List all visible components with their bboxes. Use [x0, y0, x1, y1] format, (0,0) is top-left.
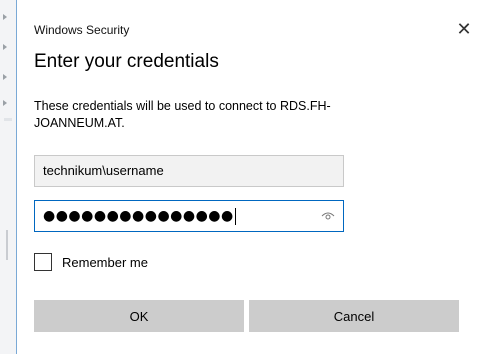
text-cursor	[234, 207, 236, 225]
chevron-right-icon	[3, 74, 7, 80]
chevron-right-icon	[3, 100, 7, 106]
remember-me-label[interactable]: Remember me	[62, 255, 148, 270]
password-field[interactable]: ●●●●●●●●●●●●●●●	[35, 201, 305, 231]
chevron-right-icon	[3, 44, 7, 50]
eye-icon	[321, 212, 335, 220]
close-button[interactable]: ✕	[451, 16, 477, 42]
background-divider	[6, 230, 8, 260]
dialog-app-title: Windows Security	[34, 23, 130, 37]
ok-button[interactable]: OK	[34, 300, 244, 332]
background-divider	[4, 118, 12, 121]
reveal-password-button[interactable]	[319, 208, 337, 224]
username-field[interactable]: technikum\username	[34, 155, 344, 187]
cancel-button[interactable]: Cancel	[249, 300, 459, 332]
credentials-dialog: Windows Security ✕ Enter your credential…	[16, 0, 482, 354]
remember-me-checkbox[interactable]	[34, 253, 52, 271]
dialog-message: These credentials will be used to connec…	[34, 99, 331, 130]
dialog-heading: Enter your credentials	[34, 51, 219, 72]
background-window-edge	[0, 0, 16, 354]
password-masked-value: ●●●●●●●●●●●●●●●	[43, 208, 234, 224]
password-field-container[interactable]: ●●●●●●●●●●●●●●●	[34, 200, 344, 232]
close-icon: ✕	[456, 18, 472, 39]
chevron-right-icon	[3, 14, 7, 20]
remember-me-row[interactable]: Remember me	[34, 251, 148, 273]
